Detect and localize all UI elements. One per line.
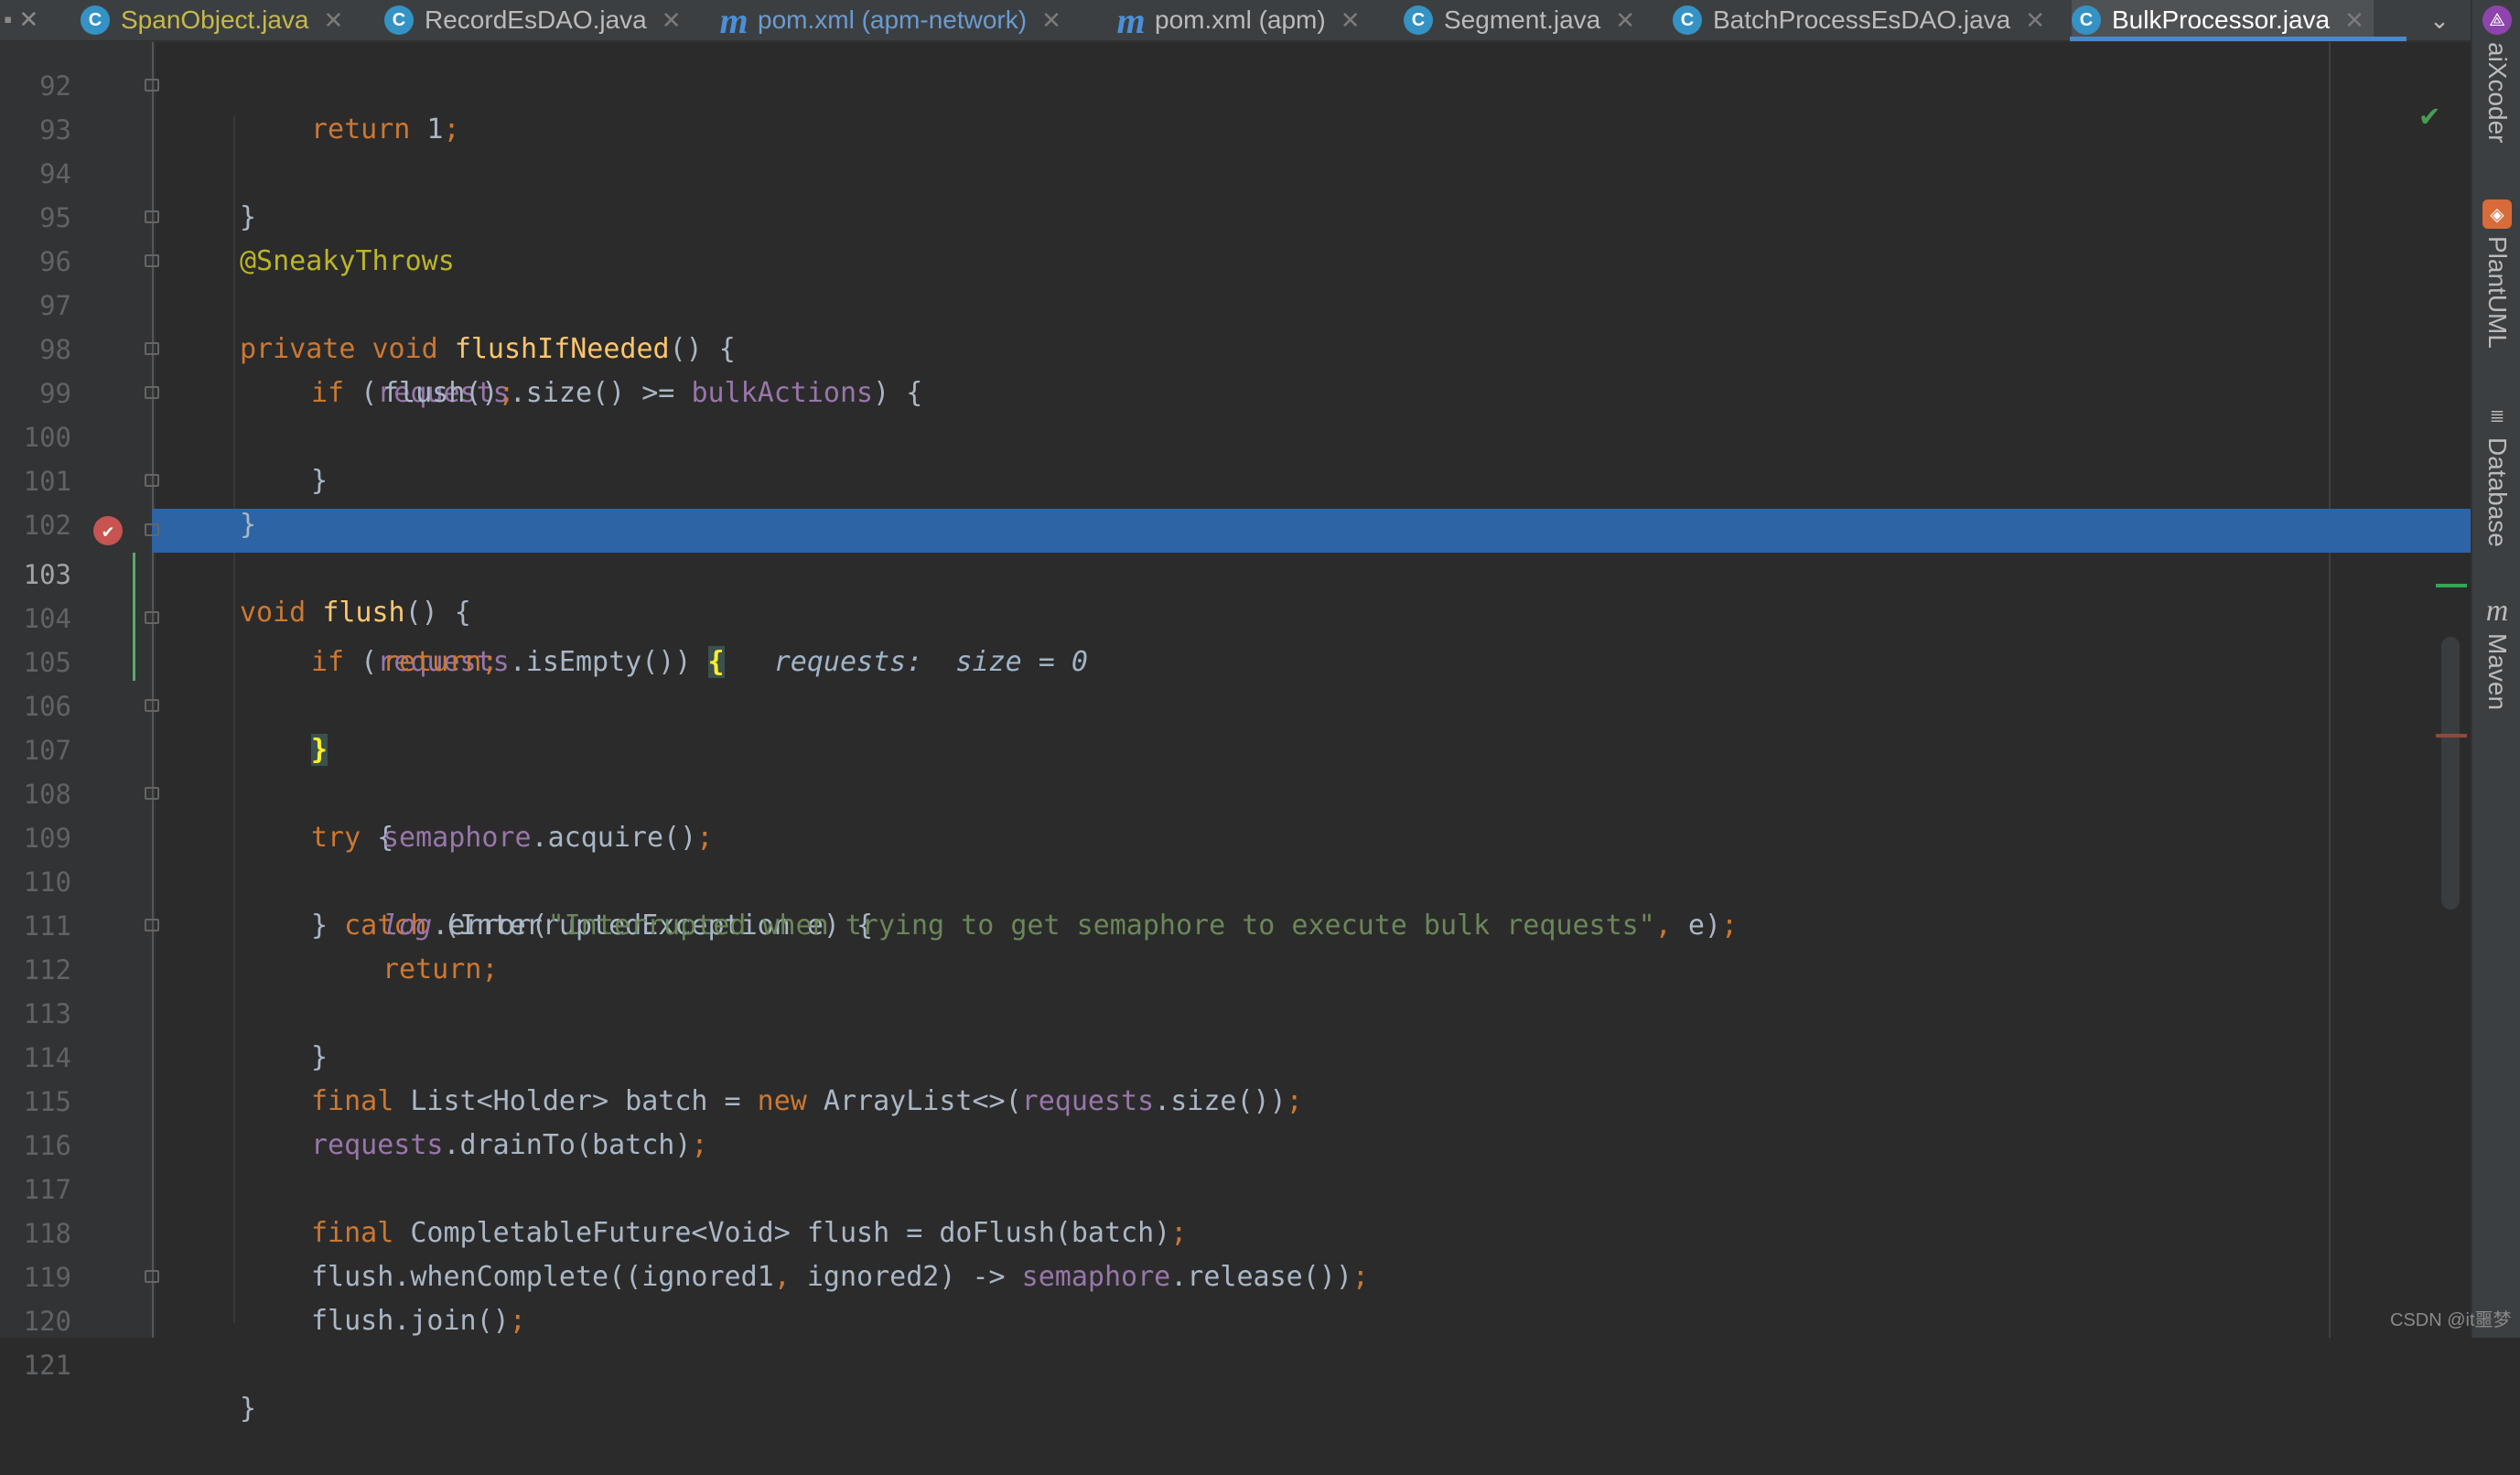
fold-icon[interactable] (145, 79, 159, 92)
fold-icon[interactable] (145, 699, 159, 712)
fold-icon[interactable] (145, 611, 159, 624)
code-line[interactable]: 120 } (0, 1255, 2329, 1425)
code-line[interactable]: 104 return; (0, 553, 2329, 678)
chevron-down-icon[interactable]: ⌄ (2423, 0, 2456, 40)
code-line[interactable]: 114 final List<Holder> batch = new Array… (0, 992, 2329, 1117)
database-icon: ≣ (2489, 405, 2505, 426)
code-line[interactable]: 121 (0, 1299, 2329, 1381)
tool-window-label: Maven (2483, 633, 2512, 711)
fold-icon[interactable] (145, 342, 159, 355)
tool-window-label: PlantUML (2483, 236, 2512, 349)
current-line-marker[interactable] (2436, 584, 2467, 587)
code-line[interactable]: 116 (0, 1080, 2329, 1161)
code-line[interactable]: 111 return; (0, 860, 2329, 985)
code-line[interactable]: 117 final CompletableFuture<Void> flush … (0, 1124, 2329, 1249)
code-line[interactable]: 92 return 1; (0, 20, 2329, 145)
code-line[interactable]: 108 semaphore.acquire(); (0, 728, 2329, 854)
code-line[interactable]: 99 } (0, 328, 2329, 497)
code-line[interactable]: 109 } catch (InterruptedException e) { (0, 772, 2329, 942)
code-line[interactable]: 118 flush.whenComplete((ignored1, ignore… (0, 1168, 2329, 1293)
code-line[interactable]: 110 log.error("Interrupted when trying t… (0, 816, 2329, 942)
code-token: } (240, 1393, 257, 1425)
fold-icon[interactable] (145, 386, 159, 399)
code-line[interactable]: 93 } (0, 64, 2329, 233)
fold-icon[interactable] (145, 523, 159, 536)
tool-window-label: aiXcoder (2483, 42, 2512, 144)
maven-icon: m (2485, 594, 2509, 628)
code-line[interactable]: 101 (0, 415, 2329, 497)
tool-window-strip: ⟁ aiXcoder ◈ PlantUML ≣ Database m Maven (2471, 0, 2520, 1338)
changed-lines-marker (133, 553, 135, 681)
fold-icon[interactable] (145, 1270, 159, 1283)
close-icon[interactable]: ✕ (2344, 6, 2364, 35)
code-line[interactable]: 94 (0, 108, 2329, 189)
code-line-current[interactable]: 103 if (requests.isEmpty()) { requests: … (0, 509, 2329, 678)
code-line[interactable]: 96 private void flushIfNeeded() { (0, 196, 2329, 365)
code-editor[interactable]: 92 return 1; 93 } 94 95 @SneakyThrows 96… (0, 42, 2471, 1425)
code-line[interactable]: 107 try { (0, 684, 2329, 854)
code-line[interactable]: 115 requests.drainTo(batch); (0, 1036, 2329, 1161)
code-text: } (240, 1387, 256, 1431)
fold-icon[interactable] (145, 474, 159, 487)
watermark: CSDN @it噩梦 (2390, 1310, 2512, 1330)
tool-window-maven[interactable]: m Maven (2472, 594, 2520, 711)
code-line[interactable]: 119 flush.join(); (0, 1211, 2329, 1337)
aixcoder-icon: ⟁ (2482, 5, 2512, 35)
code-line[interactable]: 102 void flush() { (0, 459, 2329, 629)
code-line[interactable]: 100 } (0, 371, 2329, 541)
fold-icon[interactable] (145, 210, 159, 223)
tool-window-aixcoder[interactable]: ⟁ aiXcoder (2472, 5, 2520, 144)
tool-window-plantuml[interactable]: ◈ PlantUML (2472, 199, 2520, 349)
fold-icon[interactable] (145, 919, 159, 931)
fold-icon[interactable] (145, 787, 159, 800)
tool-window-database[interactable]: ≣ Database (2472, 401, 2520, 547)
code-line[interactable]: 95 @SneakyThrows (0, 152, 2329, 277)
line-number: 121 (23, 1350, 71, 1381)
breakpoint-icon[interactable]: ✔ (93, 516, 123, 545)
code-line[interactable]: 105 } (0, 597, 2329, 766)
inspection-ok-icon[interactable]: ✔ (2420, 97, 2439, 134)
code-line[interactable]: 97 if (requests.size() >= bulkActions) { (0, 240, 2329, 409)
code-line[interactable]: 98 flush(); (0, 284, 2329, 409)
code-line[interactable]: 112 } (0, 904, 2329, 1073)
code-line[interactable]: 113 (0, 948, 2329, 1029)
fold-icon[interactable] (145, 254, 159, 267)
right-margin-guide (2329, 42, 2331, 1338)
breakpoint-marker[interactable] (2436, 734, 2467, 738)
plantuml-icon: ◈ (2482, 199, 2512, 229)
tool-window-label: Database (2483, 437, 2512, 547)
vertical-scrollbar[interactable] (2441, 637, 2460, 910)
code-line[interactable]: 106 (0, 641, 2329, 722)
